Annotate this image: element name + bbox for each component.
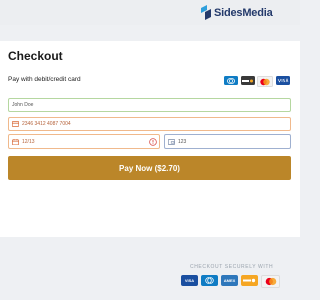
discover-icon [241, 275, 258, 286]
expiry-date-field[interactable]: 12/13 [8, 134, 160, 149]
expiry-date-value: 12/13 [22, 138, 35, 145]
secure-checkout-label: CHECKOUT SECURELY WITH [190, 264, 274, 270]
mastercard-icon [257, 76, 273, 87]
brand-logo[interactable]: SidesMedia [201, 4, 273, 21]
sidesmedia-logo-icon [201, 5, 211, 20]
credit-card-icon [12, 121, 19, 127]
cvc-card-icon [168, 138, 175, 145]
diners-club-icon [201, 275, 218, 286]
visa-icon [275, 76, 290, 85]
top-bar: SidesMedia [0, 0, 300, 25]
diners-club-icon [224, 76, 238, 85]
card-number-field[interactable]: 2346 3412 4087 7004 [8, 117, 291, 131]
footer-accepted-cards: VISA AMEX [181, 275, 283, 288]
accepted-cards [224, 76, 292, 87]
error-icon [149, 138, 157, 146]
brand-name: SidesMedia [214, 6, 273, 19]
cvc-value: 123 [178, 138, 187, 145]
cvc-field[interactable]: 123 [164, 134, 291, 149]
payment-method-label: Pay with debit/credit card [8, 76, 81, 83]
mastercard-icon [261, 275, 280, 288]
page-title: Checkout [8, 49, 63, 63]
visa-icon: VISA [181, 275, 198, 286]
calendar-icon [12, 138, 19, 145]
discover-icon [240, 76, 255, 85]
card-number-value: 2346 3412 4087 7004 [22, 121, 71, 127]
amex-label: AMEX [223, 278, 236, 283]
cardholder-name-value: John Doe [12, 102, 34, 108]
checkout-card: Checkout Pay with debit/credit card John… [0, 41, 300, 237]
visa-label: VISA [184, 278, 195, 283]
pay-now-button[interactable]: Pay Now ($2.70) [8, 156, 291, 180]
cardholder-name-field[interactable]: John Doe [8, 98, 291, 112]
amex-icon: AMEX [221, 275, 238, 286]
